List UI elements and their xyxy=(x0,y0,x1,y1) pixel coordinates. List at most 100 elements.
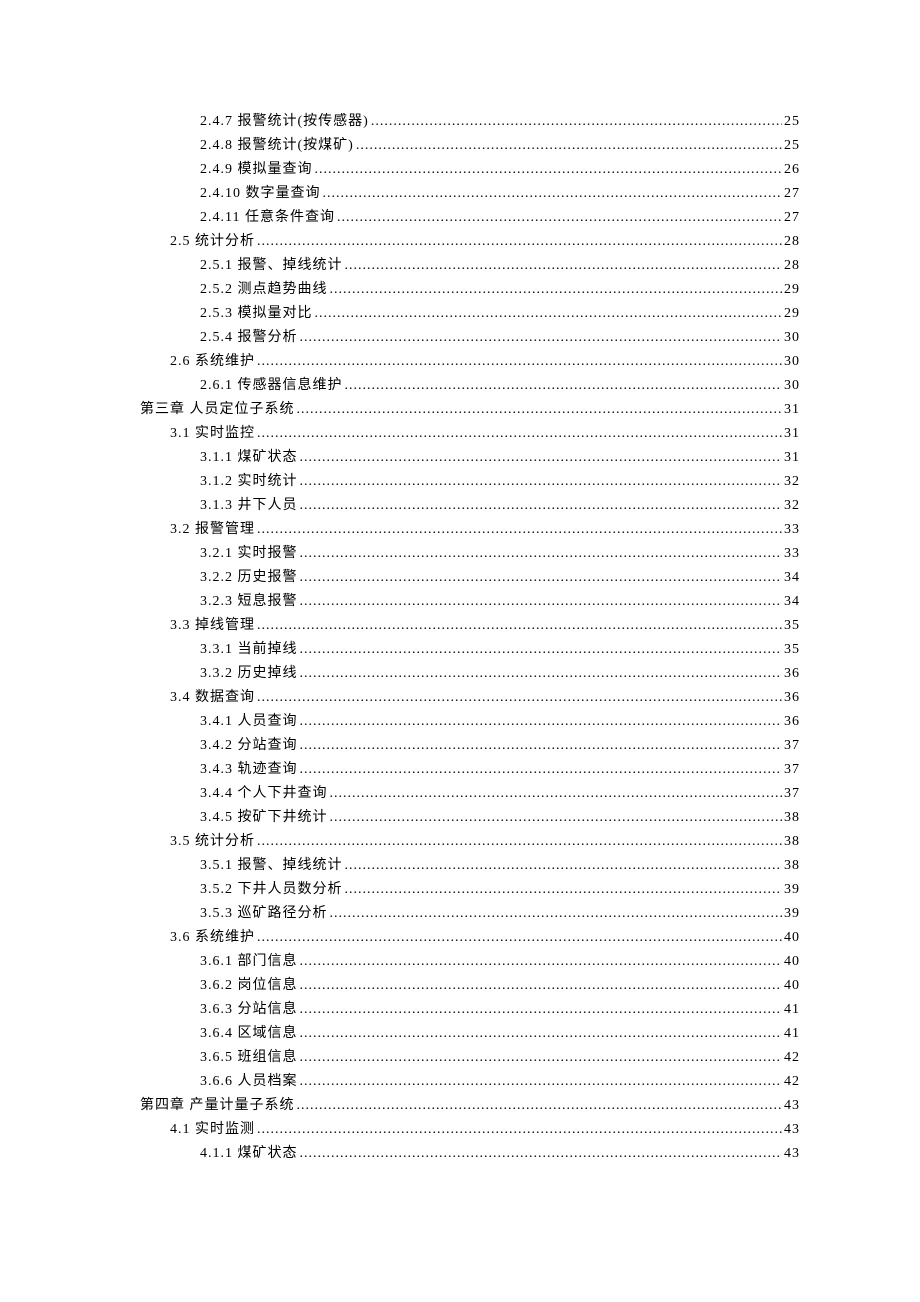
toc-entry-label: 3.3.2 历史掉线 xyxy=(200,662,298,686)
toc-entry[interactable]: 3.5.3 巡矿路径分析39 xyxy=(140,902,800,926)
toc-entry-page: 32 xyxy=(784,470,800,494)
toc-entry-page: 36 xyxy=(784,710,800,734)
toc-entry[interactable]: 3.6.5 班组信息42 xyxy=(140,1046,800,1070)
toc-entry-page: 34 xyxy=(784,590,800,614)
toc-entry-page: 38 xyxy=(784,830,800,854)
toc-entry[interactable]: 3.3 掉线管理35 xyxy=(140,614,800,638)
toc-entry-label: 3.6.4 区域信息 xyxy=(200,1022,298,1046)
toc-leader-dots xyxy=(330,278,783,302)
toc-entry[interactable]: 3.5.2 下井人员数分析39 xyxy=(140,878,800,902)
toc-entry[interactable]: 第四章 产量计量子系统43 xyxy=(140,1094,800,1118)
toc-entry-page: 40 xyxy=(784,926,800,950)
toc-entry-page: 27 xyxy=(784,182,800,206)
toc-entry[interactable]: 2.4.7 报警统计(按传感器)25 xyxy=(140,110,800,134)
toc-entry[interactable]: 3.6 系统维护40 xyxy=(140,926,800,950)
toc-entry-label: 2.4.7 报警统计(按传感器) xyxy=(200,110,369,134)
toc-entry[interactable]: 3.6.6 人员档案42 xyxy=(140,1070,800,1094)
toc-entry[interactable]: 第三章 人员定位子系统31 xyxy=(140,398,800,422)
toc-entry[interactable]: 2.6 系统维护30 xyxy=(140,350,800,374)
toc-leader-dots xyxy=(257,614,782,638)
toc-entry[interactable]: 2.6.1 传感器信息维护30 xyxy=(140,374,800,398)
toc-entry[interactable]: 4.1 实时监测43 xyxy=(140,1118,800,1142)
toc-entry[interactable]: 3.2.2 历史报警 34 xyxy=(140,566,800,590)
toc-entry[interactable]: 2.5.2 测点趋势曲线29 xyxy=(140,278,800,302)
toc-entry[interactable]: 3.3.1 当前掉线35 xyxy=(140,638,800,662)
toc-leader-dots xyxy=(345,878,783,902)
toc-entry[interactable]: 4.1.1 煤矿状态43 xyxy=(140,1142,800,1166)
toc-leader-dots xyxy=(257,1118,782,1142)
toc-entry[interactable]: 3.2.1 实时报警33 xyxy=(140,542,800,566)
toc-entry-page: 30 xyxy=(784,350,800,374)
toc-entry-label: 3.5.1 报警、掉线统计 xyxy=(200,854,343,878)
toc-entry[interactable]: 3.1 实时监控31 xyxy=(140,422,800,446)
toc-leader-dots xyxy=(300,470,783,494)
toc-entry[interactable]: 3.1.1 煤矿状态31 xyxy=(140,446,800,470)
toc-leader-dots xyxy=(345,854,783,878)
toc-entry[interactable]: 2.4.11 任意条件查询27 xyxy=(140,206,800,230)
toc-entry-page: 40 xyxy=(784,974,800,998)
toc-leader-dots xyxy=(315,302,783,326)
toc-entry-label: 3.4.2 分站查询 xyxy=(200,734,298,758)
toc-entry-page: 26 xyxy=(784,158,800,182)
toc-entry[interactable]: 3.5 统计分析 38 xyxy=(140,830,800,854)
toc-entry-page: 25 xyxy=(784,134,800,158)
toc-entry-label: 3.4 数据查询 xyxy=(170,686,255,710)
toc-entry[interactable]: 2.4.9 模拟量查询 26 xyxy=(140,158,800,182)
toc-entry[interactable]: 2.5 统计分析28 xyxy=(140,230,800,254)
toc-entry-page: 42 xyxy=(784,1046,800,1070)
toc-entry-label: 2.6.1 传感器信息维护 xyxy=(200,374,343,398)
toc-entry[interactable]: 3.5.1 报警、掉线统计38 xyxy=(140,854,800,878)
toc-entry-label: 3.4.4 个人下井查询 xyxy=(200,782,328,806)
toc-entry[interactable]: 3.2.3 短息报警34 xyxy=(140,590,800,614)
toc-leader-dots xyxy=(300,998,783,1022)
toc-entry[interactable]: 3.6.3 分站信息41 xyxy=(140,998,800,1022)
toc-entry[interactable]: 3.4 数据查询 36 xyxy=(140,686,800,710)
toc-entry-label: 3.2.2 历史报警 xyxy=(200,566,298,590)
toc-entry[interactable]: 3.4.4 个人下井查询37 xyxy=(140,782,800,806)
toc-entry[interactable]: 3.1.3 井下人员32 xyxy=(140,494,800,518)
toc-entry[interactable]: 3.4.3 轨迹查询 37 xyxy=(140,758,800,782)
toc-entry[interactable]: 3.3.2 历史掉线36 xyxy=(140,662,800,686)
toc-entry-page: 36 xyxy=(784,686,800,710)
toc-entry-label: 3.4.5 按矿下井统计 xyxy=(200,806,328,830)
toc-entry[interactable]: 3.2 报警管理33 xyxy=(140,518,800,542)
toc-entry-label: 3.1 实时监控 xyxy=(170,422,255,446)
toc-entry[interactable]: 2.5.1 报警、掉线统计28 xyxy=(140,254,800,278)
toc-entry-page: 34 xyxy=(784,566,800,590)
toc-leader-dots xyxy=(345,374,783,398)
toc-leader-dots xyxy=(257,926,782,950)
toc-entry-page: 37 xyxy=(784,758,800,782)
toc-entry[interactable]: 3.6.4 区域信息 41 xyxy=(140,1022,800,1046)
toc-entry-label: 4.1.1 煤矿状态 xyxy=(200,1142,298,1166)
toc-leader-dots xyxy=(330,806,783,830)
toc-entry[interactable]: 3.4.1 人员查询36 xyxy=(140,710,800,734)
toc-entry[interactable]: 3.4.2 分站查询37 xyxy=(140,734,800,758)
toc-entry-page: 41 xyxy=(784,1022,800,1046)
toc-entry-page: 31 xyxy=(784,446,800,470)
toc-entry-page: 32 xyxy=(784,494,800,518)
toc-entry-label: 3.5.2 下井人员数分析 xyxy=(200,878,343,902)
toc-entry[interactable]: 3.4.5 按矿下井统计38 xyxy=(140,806,800,830)
toc-entry-label: 3.4.3 轨迹查询 xyxy=(200,758,298,782)
toc-entry[interactable]: 2.5.4 报警分析30 xyxy=(140,326,800,350)
toc-leader-dots xyxy=(300,950,783,974)
toc-entry[interactable]: 2.4.8 报警统计(按煤矿)25 xyxy=(140,134,800,158)
toc-entry-label: 2.4.9 模拟量查询 xyxy=(200,158,313,182)
toc-entry-label: 4.1 实时监测 xyxy=(170,1118,255,1142)
toc-entry[interactable]: 3.1.2 实时统计 32 xyxy=(140,470,800,494)
toc-entry-page: 31 xyxy=(784,398,800,422)
toc-entry-label: 3.5 统计分析 xyxy=(170,830,255,854)
toc-entry-label: 3.1.2 实时统计 xyxy=(200,470,298,494)
toc-entry-page: 28 xyxy=(784,230,800,254)
toc-entry[interactable]: 3.6.2 岗位信息40 xyxy=(140,974,800,998)
toc-leader-dots xyxy=(257,830,782,854)
toc-entry-page: 29 xyxy=(784,278,800,302)
toc-leader-dots xyxy=(300,710,783,734)
toc-entry-label: 3.3 掉线管理 xyxy=(170,614,255,638)
toc-entry[interactable]: 2.4.10 数字量查询27 xyxy=(140,182,800,206)
toc-entry[interactable]: 2.5.3 模拟量对比29 xyxy=(140,302,800,326)
toc-leader-dots xyxy=(337,206,782,230)
toc-entry-page: 35 xyxy=(784,638,800,662)
toc-leader-dots xyxy=(300,590,783,614)
toc-entry[interactable]: 3.6.1 部门信息40 xyxy=(140,950,800,974)
